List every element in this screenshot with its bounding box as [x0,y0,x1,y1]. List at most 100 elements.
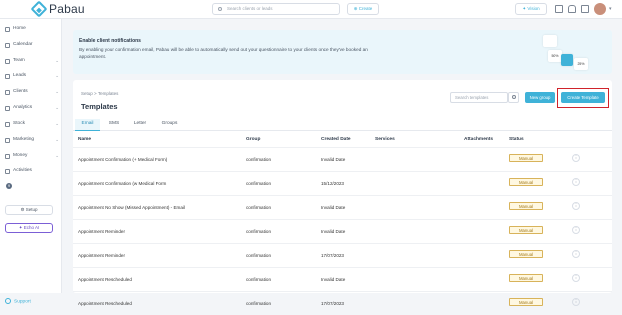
vision-button[interactable]: ✦ Vision [515,3,547,15]
sidebar-item-label: Stock [13,121,25,126]
column-header-status[interactable]: Status [509,137,524,142]
more-options-icon[interactable]: ⋮ [572,250,580,258]
chevron-down-icon: ⌄ [55,58,59,63]
column-header-services[interactable]: Services [375,137,395,142]
row-created: Invalid Date [321,157,346,162]
chevron-down-icon: ⌄ [55,89,59,94]
row-created: Invalid Date [321,229,346,234]
marketing-icon [5,138,10,143]
user-avatar[interactable] [594,3,606,15]
more-options-icon[interactable]: ⋮ [572,202,580,210]
chevron-down-icon[interactable]: ▾ [609,6,612,12]
row-group: confirmation [246,229,272,234]
sidebar-item-label: Home [13,26,26,31]
sidebar-item-stock[interactable]: Stock ⌄ [5,119,59,129]
status-badge: Manual [509,274,543,282]
more-options-icon[interactable]: ⋮ [572,298,580,306]
search-icon [512,95,516,99]
tab-groups[interactable]: Groups [157,119,182,131]
table-row[interactable]: Appointment Confirmation (+ Medical Form… [73,147,612,171]
row-group: confirmation [246,253,272,258]
breadcrumb: Setup > Templates [81,91,118,96]
tab-sms[interactable]: SMS [103,119,125,131]
sidebar-item-clients[interactable]: Clients ⌄ [5,87,59,97]
template-search-input[interactable]: Search templates [450,92,508,103]
stock-icon [5,122,10,127]
pabau-logo-icon[interactable] [30,0,48,18]
banner-illustration-card: 50% [548,50,562,62]
column-header-attachments[interactable]: Attachments [464,137,493,142]
brand-name[interactable]: Pabau [49,2,85,16]
column-header-created[interactable]: Created Date [321,137,351,142]
sidebar-item-label: Marketing [13,137,35,142]
search-icon [218,7,222,11]
column-header-group[interactable]: Group [246,137,260,142]
analytics-icon [5,106,10,111]
sidebar-item-label: Activities [13,168,32,173]
column-header-name[interactable]: Name [78,137,91,142]
row-name: Appointment Rescheduled [78,301,132,306]
home-icon [5,27,10,32]
more-options-icon[interactable]: ⋮ [572,178,580,186]
support-link[interactable]: Support [5,298,31,304]
sidebar-item-analytics[interactable]: Analytics ⌄ [5,103,59,113]
sidebar-item-leads[interactable]: Leads ⌄ [5,71,59,81]
templates-panel: Setup > Templates Templates Search templ… [73,80,612,306]
sidebar-item-activities[interactable]: Activities [5,166,59,176]
global-search-input[interactable]: Search clients or leads [212,3,340,15]
row-created: 15/12/2023 [321,181,344,186]
status-badge: Manual [509,298,543,306]
calendar-icon[interactable] [555,5,563,13]
sidebar-item-calendar[interactable]: Calendar [5,40,59,50]
money-icon [5,154,10,159]
table-row[interactable]: Appointment No Show (Missed Appointment)… [73,195,612,219]
more-options-icon[interactable]: ⋮ [572,154,580,162]
sidebar-item-team[interactable]: Team ⌄ [5,56,59,66]
calendar-icon [5,43,10,48]
table-row[interactable]: Appointment Rescheduled confirmation Inv… [73,267,612,291]
sidebar-item-label: Calendar [13,42,33,47]
breadcrumb-current: Templates [97,91,119,96]
template-tabs: Email SMS Letter Groups [73,117,612,131]
row-group: confirmation [246,181,272,186]
banner-illustration-card: 25% [574,58,588,70]
sidebar-item-money[interactable]: Money ⌄ [5,151,59,161]
echo-ai-button[interactable]: ✦ Echo AI [5,223,53,233]
sidebar-item-home[interactable]: Home [5,24,59,34]
bell-icon[interactable] [568,5,576,13]
more-options-icon[interactable]: ⋮ [572,226,580,234]
row-group: confirmation [246,205,272,210]
table-row[interactable]: Appointment Reminder confirmation Invali… [73,219,612,243]
table-row[interactable]: Appointment Rescheduled confirmation 17/… [73,291,612,315]
more-options-icon[interactable]: ⋮ [572,274,580,282]
new-group-button[interactable]: New group [525,92,555,103]
help-icon [5,298,11,304]
chevron-down-icon: ⌄ [55,105,59,110]
table-row[interactable]: Appointment Confirmation (w Medical Form… [73,171,612,195]
create-template-button[interactable]: Create Template [561,92,605,103]
setup-button[interactable]: ⚙ Setup [5,205,53,215]
table-row[interactable]: Appointment Reminder confirmation 17/07/… [73,243,612,267]
row-name: Appointment Reminder [78,253,125,258]
banner-illustration-tile [561,54,573,66]
tab-email[interactable]: Email [75,119,100,131]
row-created: 17/07/2023 [321,301,344,306]
leads-icon [5,74,10,79]
breadcrumb-separator: > [94,91,97,96]
chevron-down-icon: ⌄ [55,153,59,158]
tab-letter[interactable]: Letter [129,119,151,131]
support-label: Support [14,299,31,305]
activities-badge: 9 [6,183,12,189]
page-title: Templates [81,102,118,111]
row-name: Appointment Confirmation (+ Medical Form… [78,157,168,162]
clients-icon [5,90,10,95]
chevron-down-icon: ⌄ [55,73,59,78]
document-icon[interactable] [581,5,589,13]
template-search-button[interactable] [508,92,519,103]
create-button[interactable]: ⊕ Create [347,3,379,15]
sidebar-item-marketing[interactable]: Marketing ⌄ [5,135,59,145]
banner-text: By enabling your confirmation email, Pab… [79,47,368,59]
sidebar-item-label: Money [13,153,28,158]
breadcrumb-setup[interactable]: Setup [81,91,93,96]
row-group: confirmation [246,301,272,306]
